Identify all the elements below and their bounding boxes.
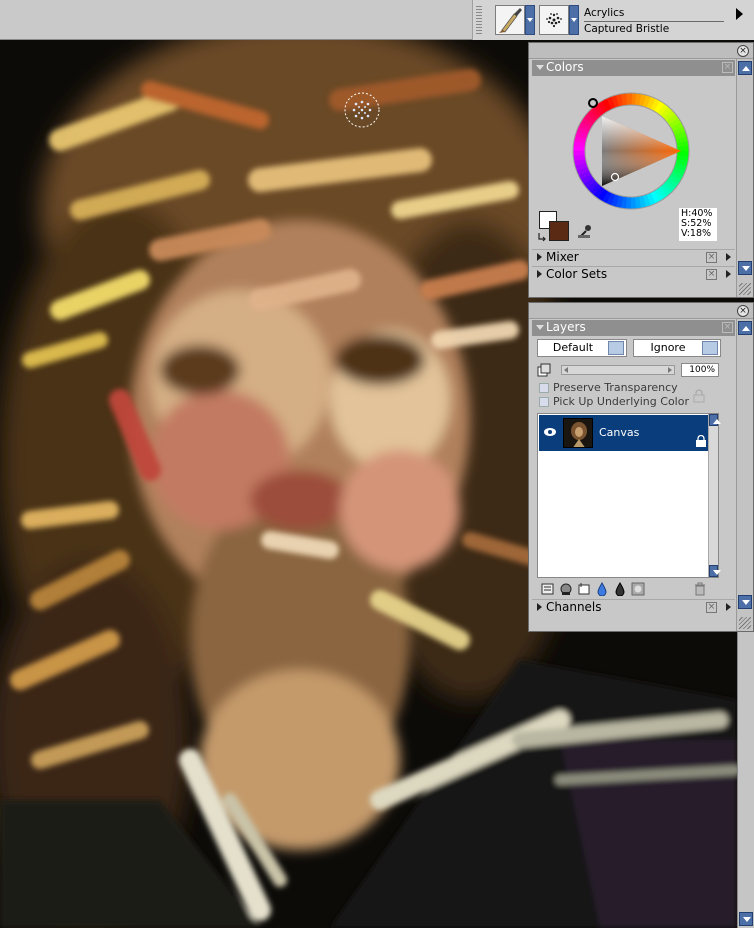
expand-icon xyxy=(537,603,542,611)
channels-title: Channels xyxy=(546,600,602,614)
brightness-value: V:18% xyxy=(681,228,712,239)
composite-method-value: Default xyxy=(552,341,594,354)
color-sets-title: Color Sets xyxy=(546,267,608,281)
composite-depth-value: Ignore xyxy=(650,341,686,354)
collapse-icon xyxy=(536,65,544,70)
palette-resize-grip[interactable] xyxy=(739,617,751,629)
color-wheel[interactable] xyxy=(559,79,703,223)
layer-scroll-down[interactable] xyxy=(709,565,721,577)
mixer-title: Mixer xyxy=(546,250,579,264)
colors-palette: × Colors × H:40% S:52% V:18% Mixer × Col… xyxy=(528,42,754,298)
lock-icon[interactable] xyxy=(695,435,707,448)
layers-palette: × Layers × Default Ignore 100% Preserve … xyxy=(528,302,754,632)
palette-scroll-down[interactable] xyxy=(738,261,752,275)
layer-commands-icon[interactable] xyxy=(541,582,555,596)
close-section-icon[interactable]: × xyxy=(706,252,717,263)
canvas-vertical-scrollbar[interactable] xyxy=(737,630,754,928)
dropper-icon[interactable] xyxy=(577,223,593,239)
brush-variant-dropdown[interactable] xyxy=(569,5,579,35)
expand-icon xyxy=(537,270,542,278)
palette-drag-bar[interactable]: × xyxy=(529,43,753,59)
pick-up-underlying-label: Pick Up Underlying Color xyxy=(553,395,689,408)
opacity-slider[interactable] xyxy=(561,365,675,375)
preserve-transparency-checkbox[interactable] xyxy=(539,383,549,393)
palette-scroll-down[interactable] xyxy=(738,595,752,609)
trash-icon[interactable] xyxy=(693,582,707,596)
toolbar-more-arrow[interactable] xyxy=(736,8,743,20)
close-section-icon[interactable]: × xyxy=(722,62,733,73)
brush-category-button[interactable] xyxy=(495,5,525,35)
layer-row[interactable]: Canvas xyxy=(539,415,709,451)
hsv-readout: H:40% S:52% V:18% xyxy=(679,208,717,241)
colors-title: Colors xyxy=(546,60,584,74)
close-section-icon[interactable]: × xyxy=(706,269,717,280)
palette-drag-bar[interactable]: × xyxy=(529,303,753,319)
opacity-field[interactable]: 100% xyxy=(681,363,719,377)
layer-scroll-up[interactable] xyxy=(709,414,721,426)
new-watercolor-layer-icon[interactable] xyxy=(595,582,609,596)
new-layer-icon[interactable] xyxy=(577,582,591,596)
close-icon[interactable]: × xyxy=(737,45,749,57)
layer-mask-button-icon[interactable] xyxy=(631,582,645,596)
colors-section-header[interactable]: Colors × xyxy=(532,60,735,76)
layer-thumbnail xyxy=(563,418,593,448)
layer-mask-icon[interactable] xyxy=(537,363,551,377)
menu-arrow-icon[interactable] xyxy=(726,603,731,611)
toolbar-grip[interactable] xyxy=(476,6,482,34)
preserve-transparency-label: Preserve Transparency xyxy=(553,381,678,394)
palette-scroll-up[interactable] xyxy=(738,61,752,75)
hue-marker[interactable] xyxy=(588,98,598,108)
palette-scroll-side[interactable] xyxy=(736,319,753,631)
palette-resize-grip[interactable] xyxy=(739,283,751,295)
scroll-down-button[interactable] xyxy=(739,912,753,926)
brush-variant-button[interactable] xyxy=(539,5,569,35)
channels-section-header[interactable]: Channels × xyxy=(532,599,735,615)
layer-list-scrollbar[interactable] xyxy=(708,414,721,577)
close-section-icon[interactable]: × xyxy=(706,602,717,613)
new-liquid-ink-layer-icon[interactable] xyxy=(613,582,627,596)
dynamic-plugin-icon[interactable] xyxy=(559,582,573,596)
brush-category-label[interactable]: Acrylics xyxy=(584,7,724,22)
layers-title: Layers xyxy=(546,320,586,334)
paintbrush-icon xyxy=(499,8,522,33)
layer-list[interactable]: Canvas xyxy=(537,413,721,578)
brush-variant-label[interactable]: Captured Bristle xyxy=(584,23,724,35)
collapse-icon xyxy=(536,325,544,330)
composite-method-select[interactable]: Default xyxy=(537,339,627,357)
swap-colors-icon[interactable] xyxy=(537,231,549,243)
color-sets-section-header[interactable]: Color Sets × xyxy=(532,266,735,282)
menu-arrow-icon[interactable] xyxy=(726,253,731,261)
layer-name: Canvas xyxy=(599,426,640,439)
dab-icon xyxy=(546,13,562,28)
brush-category-dropdown[interactable] xyxy=(525,5,535,35)
dropdown-icon[interactable] xyxy=(702,341,718,355)
dropdown-icon[interactable] xyxy=(608,341,624,355)
pick-up-underlying-checkbox[interactable] xyxy=(539,397,549,407)
main-color-swatch[interactable] xyxy=(549,221,569,241)
close-section-icon[interactable]: × xyxy=(722,322,733,333)
eye-icon[interactable] xyxy=(543,427,557,437)
palette-scroll-up[interactable] xyxy=(738,321,752,335)
lock-icon[interactable] xyxy=(693,389,705,403)
expand-icon xyxy=(537,253,542,261)
close-icon[interactable]: × xyxy=(737,305,749,317)
mixer-section-header[interactable]: Mixer × xyxy=(532,249,735,265)
menu-arrow-icon[interactable] xyxy=(726,270,731,278)
layers-section-header[interactable]: Layers × xyxy=(532,320,735,336)
palette-scroll-side[interactable] xyxy=(736,59,753,297)
composite-depth-select[interactable]: Ignore xyxy=(633,339,721,357)
